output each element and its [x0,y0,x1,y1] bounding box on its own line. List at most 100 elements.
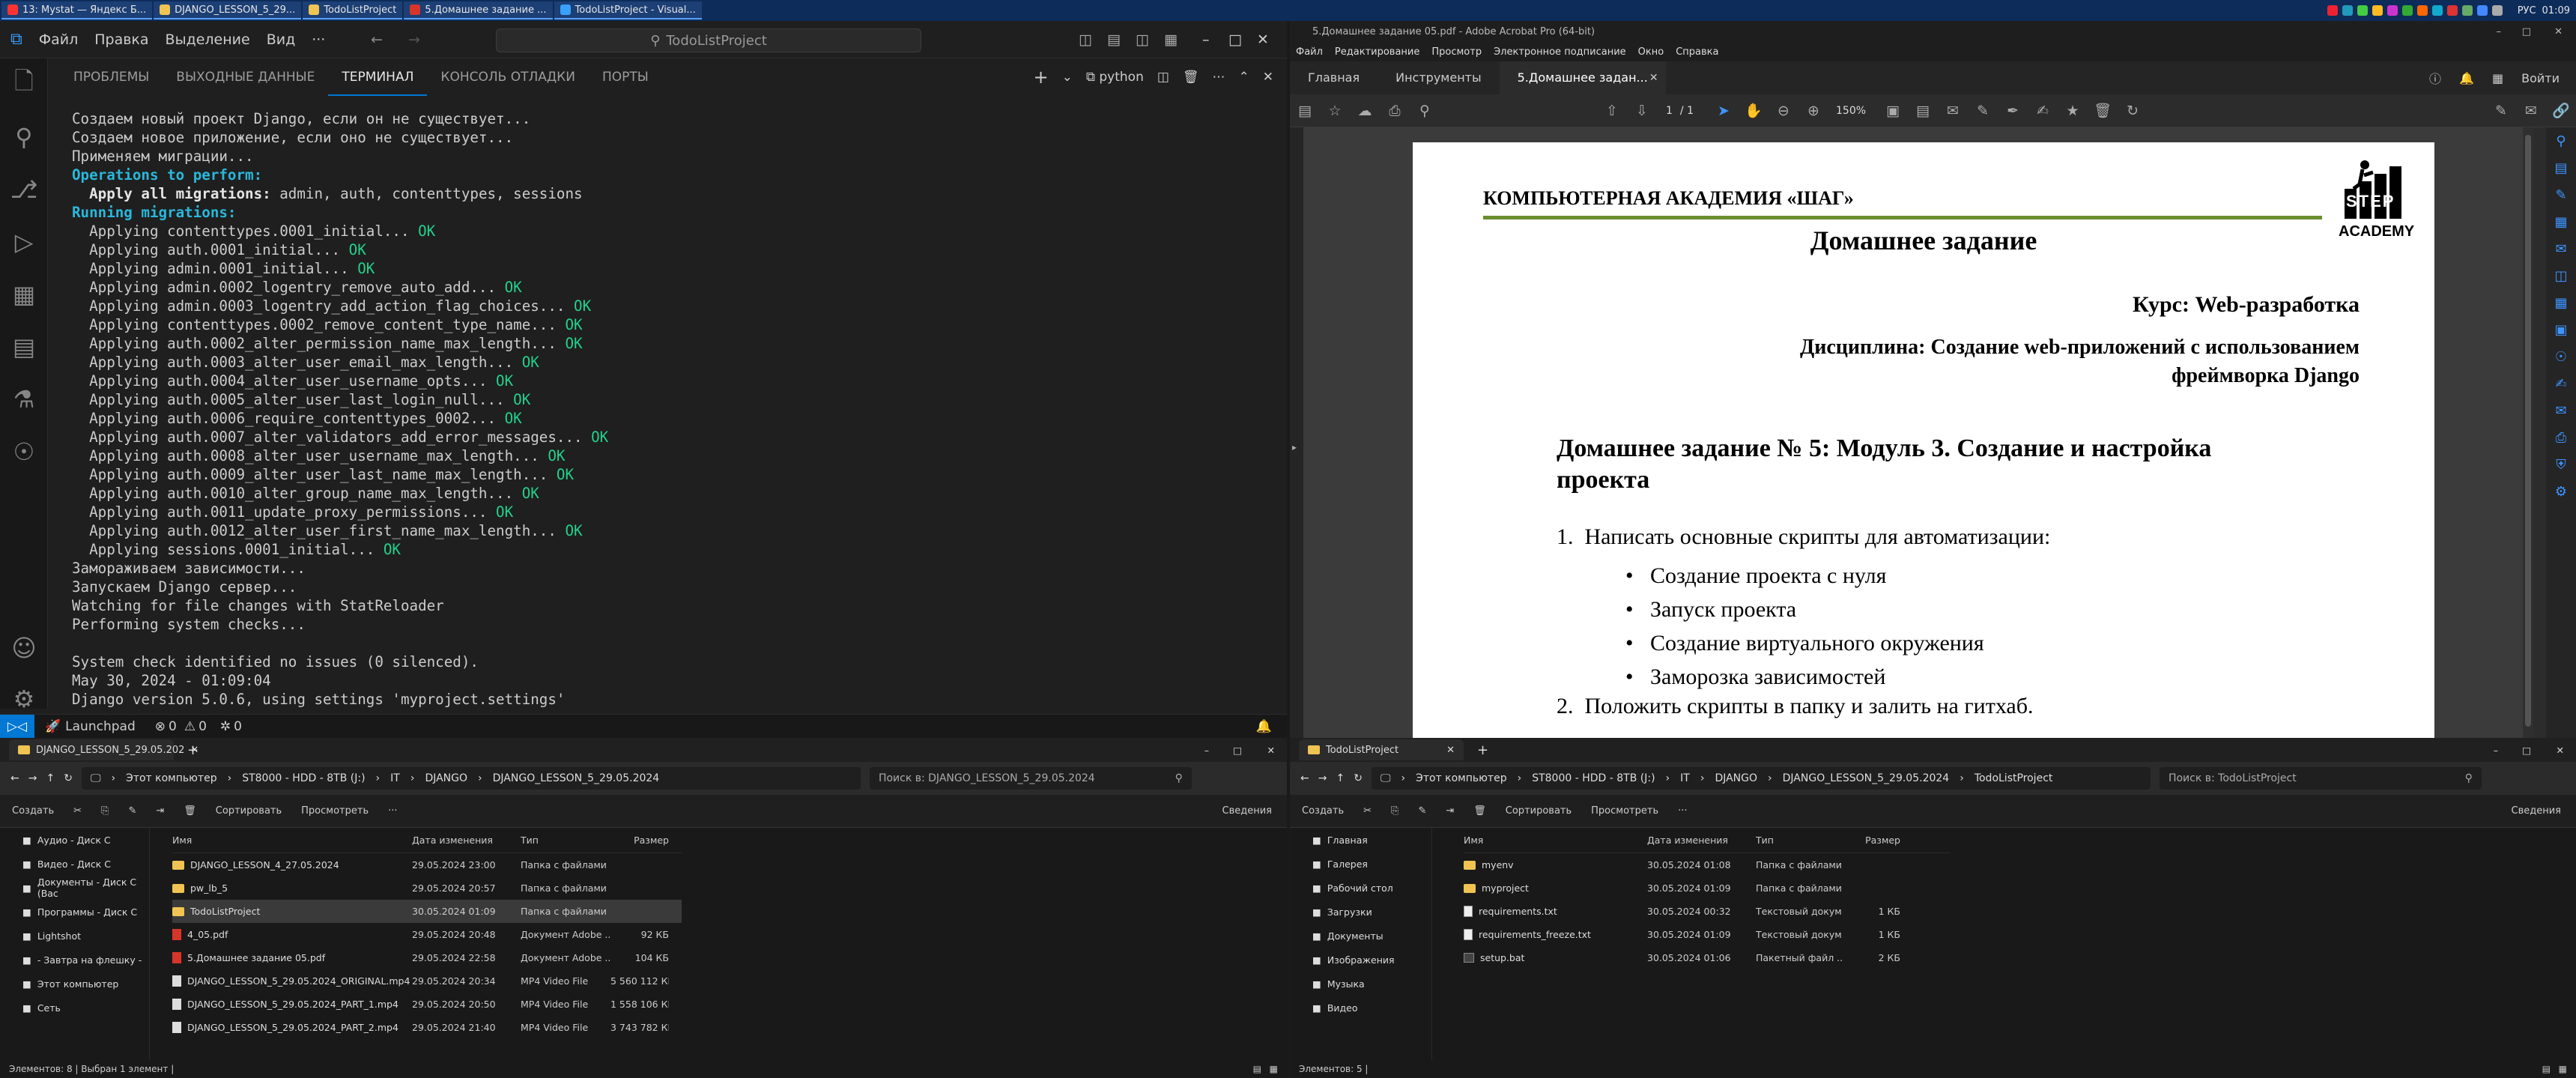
highlight-pen-icon[interactable]: ✎ [1968,103,1998,119]
run-debug-icon[interactable]: ▷ [0,216,48,268]
column-header[interactable]: Тип [1756,835,1842,846]
nav-item[interactable]: ■ Видео - Диск C [0,852,149,876]
rename-icon[interactable]: ✎ [1418,805,1426,817]
account-icon[interactable]: ☺ [0,622,48,674]
file-row[interactable]: myproject 30.05.2024 01:09 Папка с файлами [1464,876,1951,900]
error-icon[interactable]: ⊗ [155,719,166,734]
tray-app-icon[interactable] [2386,5,2398,16]
panel-tab[interactable]: ТЕРМИНАЛ [328,58,428,96]
delete-icon[interactable]: 🗑 [1473,805,1486,817]
file-row[interactable]: DJANGO_LESSON_5_29.05.2024_PART_2.mp4 29.… [172,1016,682,1039]
stamp-icon[interactable]: ★ [2058,103,2088,119]
combine-files-icon[interactable]: ◫ [2546,262,2576,289]
fill-sign-icon[interactable]: ✍ [2546,370,2576,397]
hand-tool-icon[interactable]: ✋ [1739,102,1769,119]
nav-item[interactable]: ■ Lightshot [0,924,149,948]
cut-icon[interactable]: ✂ [73,805,82,817]
menu-item[interactable]: Электронное подписание [1494,46,1626,58]
maximize-icon[interactable]: □ [1233,745,1242,756]
edit-pdf-icon[interactable]: ✎ [2486,103,2516,119]
bookmark-star-icon[interactable]: ☆ [1320,103,1350,119]
page-up-icon[interactable]: ⇧ [1597,103,1627,119]
file-row[interactable]: TodoListProject 30.05.2024 01:09 Папка с ф… [172,900,682,923]
menu-item[interactable]: Правка [94,31,148,48]
delete-icon[interactable]: 🗑 [2088,102,2118,119]
column-header[interactable]: Имя [1464,835,1647,846]
nav-back-icon[interactable]: ← [371,31,383,48]
trash-icon[interactable]: 🗑 [1183,70,1199,85]
close-icon[interactable]: ✕ [2554,26,2563,37]
create-pdf-icon[interactable]: ▤ [1290,103,1320,119]
source-control-icon[interactable]: ⎇ [0,163,48,216]
create-pdf-icon[interactable]: ▦ [2546,208,2576,235]
menu-item[interactable]: Редактирование [1335,46,1419,58]
search-icon[interactable]: ⚲ [0,111,48,163]
layout-panel-icon[interactable]: ▤ [1107,31,1121,48]
file-row[interactable]: myenv 30.05.2024 01:08 Папка с файлами [1464,853,1951,876]
breadcrumb-item[interactable]: DJANGO [1715,772,1757,784]
breadcrumb-item[interactable]: Этот компьютер [1416,772,1507,784]
left-panel-toggle[interactable]: ▸ [1290,127,1303,738]
share-link-icon[interactable]: 🔗 [2546,102,2576,119]
cut-icon[interactable]: ✂ [1363,805,1372,817]
column-header[interactable]: Тип [521,835,610,846]
comment-icon[interactable]: ✉ [1938,103,1968,119]
launchpad-icon[interactable]: 🚀 [45,719,61,734]
minimize-icon[interactable]: – [2494,745,2498,756]
menu-item[interactable]: Справка [1676,46,1718,58]
zoom-search-icon[interactable]: ⚲ [1410,103,1440,119]
tray-app-icon[interactable] [2491,5,2503,16]
terminal-kind[interactable]: ⧉ python [1086,70,1144,85]
menu-item[interactable]: Выделение [166,31,250,48]
file-row[interactable]: setup.bat 30.05.2024 01:06 Пакетный файл .… [1464,946,1951,969]
nav-item[interactable]: ■ Загрузки [1290,900,1431,924]
refresh-icon[interactable]: ↻ [1354,772,1363,784]
file-row[interactable]: requirements_freeze.txt 30.05.2024 01:09 Т… [1464,923,1951,946]
command-center-search[interactable]: ⚲ TodoListProject [496,28,921,52]
column-header[interactable]: Размер [1842,835,1900,846]
git-graph-icon[interactable]: ☉ [0,426,48,478]
tray-app-icon[interactable] [2401,5,2413,16]
tiles-view-icon[interactable]: ▦ [1270,1064,1278,1074]
more-options-icon[interactable]: ··· [1678,805,1687,817]
breadcrumb-item[interactable]: DJANGO_LESSON_5_29.05.2024 [1783,772,1950,784]
view-button[interactable]: Просмотреть [301,805,369,817]
address-path[interactable]: 🖵 › Этот компьютер › ST8000 - HDD - 8TB (J:)… [81,767,861,790]
document-viewport[interactable]: КОМПЬЮТЕРНАЯ АКАДЕМИЯ «ШАГ» STEP ACADEMY… [1303,127,2533,738]
taskbar-task[interactable]: 13: Mystat — Яндекс Б... [1,1,153,19]
panel-tab[interactable]: ВЫХОДНЫЕ ДАННЫЕ [163,58,328,96]
signature-icon[interactable]: ✍ [2028,103,2058,119]
print-production-icon[interactable]: ⎙ [2546,424,2576,451]
tray-app-icon[interactable] [2372,5,2383,16]
layout-toggle-icon[interactable]: ◫ [1079,31,1092,48]
panel-tab[interactable]: ПОРТЫ [589,58,662,96]
apps-grid-icon[interactable]: ▦ [2492,71,2503,85]
layout-sidebar-icon[interactable]: ◫ [1136,31,1149,48]
remote-indicator-icon[interactable]: ▷◁ [0,714,34,739]
launchpad-label[interactable]: Launchpad [65,719,136,734]
new-tab-icon[interactable]: + [187,742,198,758]
notifications-bell-icon[interactable]: 🔔 [2459,71,2474,85]
minimize-icon[interactable]: – [1202,31,1210,48]
chevron-up-icon[interactable]: ⌃ [1239,70,1249,85]
tiles-view-icon[interactable]: ▦ [2559,1064,2567,1074]
comment-icon[interactable]: ✉ [2546,235,2576,262]
menu-item[interactable]: ··· [312,31,325,48]
delete-icon[interactable]: 🗑 [184,805,196,817]
breadcrumb-item[interactable]: Этот компьютер [126,772,217,784]
taskbar-task[interactable]: 5.Домашнее задание ... [404,1,553,19]
panel-tab[interactable]: ПРОБЛЕМЫ [60,58,163,96]
maximize-icon[interactable]: □ [2522,745,2531,756]
page-number-input[interactable]: 1 [1666,105,1673,117]
breadcrumb-item[interactable]: ST8000 - HDD - 8TB (J:) [242,772,365,784]
forward-icon[interactable]: → [1318,772,1327,784]
share-icon[interactable]: ⇥ [156,805,164,817]
column-header[interactable]: Имя [172,835,412,846]
create-button[interactable]: Создать [1302,805,1344,817]
up-icon[interactable]: ↑ [1336,772,1345,784]
warning-count[interactable]: 0 [198,719,207,734]
up-icon[interactable]: ↑ [46,772,55,784]
forward-icon[interactable]: → [28,772,37,784]
tray-app-icon[interactable] [2327,5,2338,16]
nav-forward-icon[interactable]: → [408,31,420,48]
